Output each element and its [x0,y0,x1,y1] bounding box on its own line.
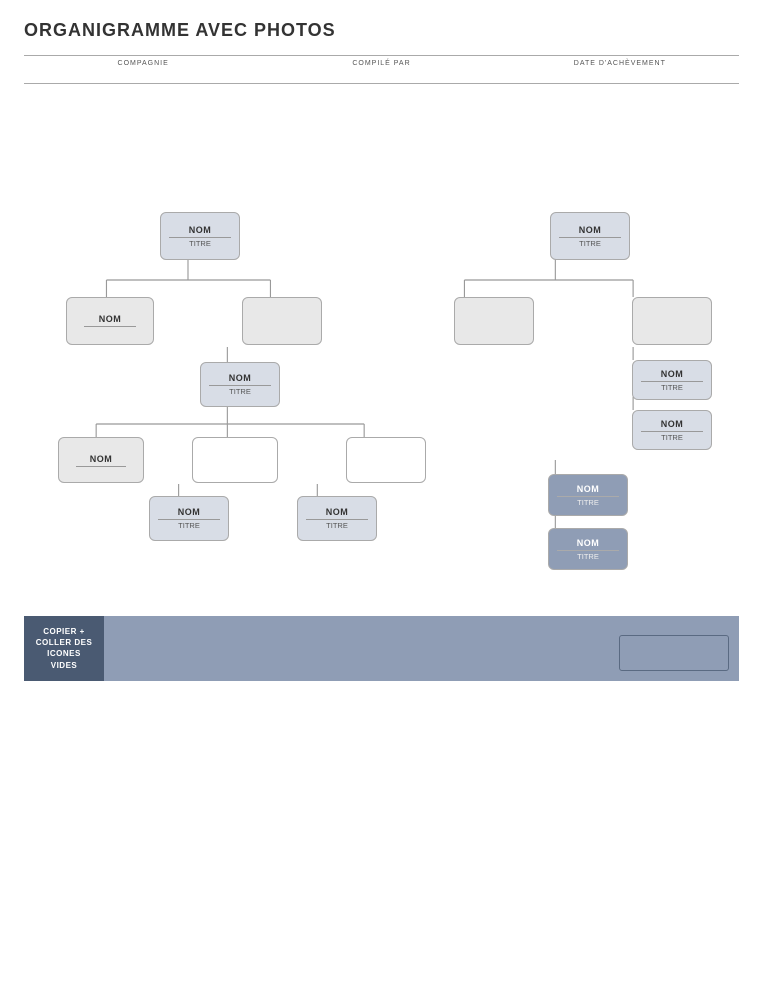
company-value [24,67,262,79]
left-l3-root-name: NOM [229,373,252,383]
left-l2-left-title [84,326,136,328]
right-l4-title: TITRE [641,431,703,442]
date-value [501,67,739,79]
org-chart: NOM TITRE NOM NOM TITRE NOM NOM [24,102,739,592]
bottom-bar-content [104,616,739,681]
field-company: COMPAGNIE [24,60,262,79]
right-root-name: NOM [579,225,602,235]
left-l4-left-name: NOM [90,454,113,464]
left-l5-right-name: NOM [326,507,349,517]
header-fields: COMPAGNIE COMPILÉ PAR DATE D'ACHÈVEMENT [24,55,739,84]
left-l4-mid-node [192,437,278,483]
right-root-title: TITRE [559,237,621,248]
right-l4-node: NOM TITRE [632,410,712,450]
right-l5-name: NOM [577,484,600,494]
field-date: DATE D'ACHÈVEMENT [501,60,739,79]
right-root-node: NOM TITRE [550,212,630,260]
left-l4-left-node: NOM [58,437,144,483]
left-root-name: NOM [189,225,212,235]
left-l5-right-title: TITRE [306,519,368,530]
right-l2-left-node [454,297,534,345]
bottom-bar: COPIER +COLLER DESICONES VIDES [24,616,739,681]
left-l2-right-node [242,297,322,345]
left-l5-left-title: TITRE [158,519,220,530]
right-l6-node: NOM TITRE [548,528,628,570]
right-l3-node: NOM TITRE [632,360,712,400]
field-compiled: COMPILÉ PAR [262,60,500,79]
left-l3-root-title: TITRE [209,385,271,396]
page-title: ORGANIGRAMME AVEC PHOTOS [24,20,739,41]
company-label: COMPAGNIE [24,60,262,67]
left-l2-left-name: NOM [99,314,122,324]
date-label: DATE D'ACHÈVEMENT [501,60,739,67]
compiled-value [262,67,500,79]
page: ORGANIGRAMME AVEC PHOTOS COMPAGNIE COMPI… [0,0,763,982]
compiled-label: COMPILÉ PAR [262,60,500,67]
left-l5-right-node: NOM TITRE [297,496,377,541]
right-l3-name: NOM [661,369,684,379]
left-l5-left-node: NOM TITRE [149,496,229,541]
bottom-bar-empty-box [619,635,729,671]
right-l2-right-node [632,297,712,345]
right-l6-name: NOM [577,538,600,548]
connectors-svg [24,102,739,602]
left-l4-right-node [346,437,426,483]
right-l3-title: TITRE [641,381,703,392]
bottom-bar-label: COPIER +COLLER DESICONES VIDES [24,616,104,681]
left-root-node: NOM TITRE [160,212,240,260]
left-l5-left-name: NOM [178,507,201,517]
right-l4-name: NOM [661,419,684,429]
left-l2-left-node: NOM [66,297,154,345]
right-l5-node: NOM TITRE [548,474,628,516]
right-l5-title: TITRE [557,496,619,507]
left-root-title: TITRE [169,237,231,248]
left-l3-root-node: NOM TITRE [200,362,280,407]
right-l6-title: TITRE [557,550,619,561]
